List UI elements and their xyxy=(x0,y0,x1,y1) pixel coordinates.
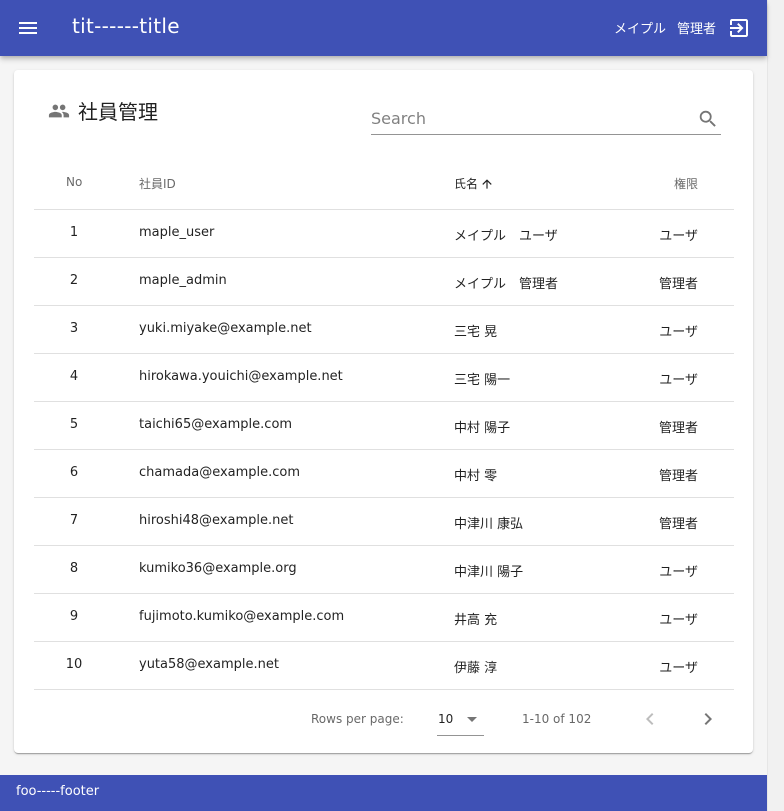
people-icon xyxy=(48,100,70,122)
table-row[interactable]: 3 yuki.miyake@example.net 三宅 晃 ユーザ xyxy=(34,306,734,354)
cell-role: 管理者 xyxy=(658,421,698,436)
employee-card: 社員管理 No 社員ID 氏名 権限 1maple xyxy=(14,70,753,753)
cell-employee-id: yuki.miyake@example.net xyxy=(139,321,312,336)
cell-role: ユーザ xyxy=(659,325,698,340)
app-bar: tit------title メイプル 管理者 xyxy=(0,0,767,56)
user-role: 管理者 xyxy=(677,22,717,37)
column-header-id[interactable]: 社員ID xyxy=(139,175,176,192)
cell-name: 中村 零 xyxy=(454,469,498,484)
table-row[interactable]: 9 fujimoto.kumiko@example.com 井高 充 ユーザ xyxy=(34,594,734,642)
rows-per-page-select[interactable]: 10 xyxy=(437,704,484,736)
table-header: No 社員ID 氏名 権限 xyxy=(34,158,734,210)
column-header-name-label: 氏名 xyxy=(454,177,479,191)
table-row[interactable]: 4 hirokawa.youichi@example.net 三宅 陽一 ユーザ xyxy=(34,354,734,402)
cell-no: 1 xyxy=(69,225,79,240)
cell-role: ユーザ xyxy=(659,613,698,628)
search-input[interactable] xyxy=(371,106,681,130)
table-row[interactable]: 5 taichi65@example.com 中村 陽子 管理者 xyxy=(34,402,734,450)
page: tit------title メイプル 管理者 社員管理 N xyxy=(0,0,767,811)
cell-employee-id: hirokawa.youichi@example.net xyxy=(139,369,343,384)
table-row[interactable]: 2 maple_admin メイプル 管理者 管理者 xyxy=(34,258,734,306)
logout-icon[interactable] xyxy=(727,16,751,40)
search-icon[interactable] xyxy=(697,108,719,130)
rows-per-page-value: 10 xyxy=(438,712,454,726)
table-row[interactable]: 7 hiroshi48@example.net 中津川 康弘 管理者 xyxy=(34,498,734,546)
page-title: 社員管理 xyxy=(78,100,158,124)
cell-employee-id: yuta58@example.net xyxy=(139,657,279,672)
menu-icon[interactable] xyxy=(16,16,40,40)
previous-page-button[interactable] xyxy=(638,707,662,731)
employee-table: No 社員ID 氏名 権限 1 maple_user メイプル ユーザ ユーザ 2 map… xyxy=(34,158,734,748)
cell-name: 中村 陽子 xyxy=(454,421,511,436)
cell-employee-id: maple_admin xyxy=(139,273,227,288)
cell-name: 伊藤 淳 xyxy=(454,661,498,676)
cell-name: 中津川 陽子 xyxy=(454,565,524,580)
cell-name: メイプル ユーザ xyxy=(454,229,558,244)
cell-role: ユーザ xyxy=(659,229,698,244)
cell-name: 中津川 康弘 xyxy=(454,517,524,532)
cell-role: ユーザ xyxy=(659,373,698,388)
cell-role: 管理者 xyxy=(658,469,698,484)
cell-no: 2 xyxy=(69,273,79,288)
scrollbar[interactable] xyxy=(767,0,784,811)
cell-employee-id: hiroshi48@example.net xyxy=(139,513,294,528)
cell-no: 6 xyxy=(69,465,79,480)
cell-employee-id: taichi65@example.com xyxy=(139,417,293,432)
cell-role: 管理者 xyxy=(658,517,698,532)
sort-arrow-up-icon xyxy=(482,178,492,189)
column-header-no[interactable]: No xyxy=(66,175,82,189)
cell-no: 7 xyxy=(69,513,79,528)
footer-text: foo-----footer xyxy=(16,784,100,799)
table-row[interactable]: 6 chamada@example.com 中村 零 管理者 xyxy=(34,450,734,498)
table-row[interactable]: 8 kumiko36@example.org 中津川 陽子 ユーザ xyxy=(34,546,734,594)
app-title: tit------title xyxy=(72,14,180,38)
cell-name: メイプル 管理者 xyxy=(454,277,559,292)
table-body: 1 maple_user メイプル ユーザ ユーザ 2 maple_admin メイプル 管… xyxy=(34,210,734,690)
cell-role: ユーザ xyxy=(659,565,698,580)
cell-name: 三宅 陽一 xyxy=(454,373,511,388)
cell-employee-id: maple_user xyxy=(139,225,215,240)
cell-employee-id: chamada@example.com xyxy=(139,465,301,480)
cell-name: 井高 充 xyxy=(454,613,498,628)
cell-no: 4 xyxy=(69,369,79,384)
cell-employee-id: kumiko36@example.org xyxy=(139,561,297,576)
column-header-name[interactable]: 氏名 xyxy=(454,175,494,192)
table-pagination: Rows per page: 10 1-10 of 102 xyxy=(34,690,734,748)
search-field xyxy=(371,100,721,135)
cell-name: 三宅 晃 xyxy=(454,325,498,340)
cell-no: 9 xyxy=(69,609,79,624)
cell-role: 管理者 xyxy=(658,277,698,292)
page-footer: foo-----footer xyxy=(0,775,767,811)
cell-employee-id: fujimoto.kumiko@example.com xyxy=(139,609,345,624)
chevron-right-icon xyxy=(704,713,712,725)
pagination-range: 1-10 of 102 xyxy=(522,712,592,726)
cell-role: ユーザ xyxy=(659,661,698,676)
cell-no: 10 xyxy=(65,657,83,672)
next-page-button[interactable] xyxy=(696,707,720,731)
table-row[interactable]: 1 maple_user メイプル ユーザ ユーザ xyxy=(34,210,734,258)
cell-no: 3 xyxy=(69,321,79,336)
rows-per-page-label: Rows per page: xyxy=(311,712,404,726)
user-name: メイプル xyxy=(614,22,667,37)
column-header-role[interactable]: 権限 xyxy=(674,175,698,192)
table-row[interactable]: 10 yuta58@example.net 伊藤 淳 ユーザ xyxy=(34,642,734,690)
cell-no: 8 xyxy=(69,561,79,576)
chevron-left-icon xyxy=(646,713,654,725)
cell-no: 5 xyxy=(69,417,79,432)
dropdown-caret-icon xyxy=(467,717,477,722)
